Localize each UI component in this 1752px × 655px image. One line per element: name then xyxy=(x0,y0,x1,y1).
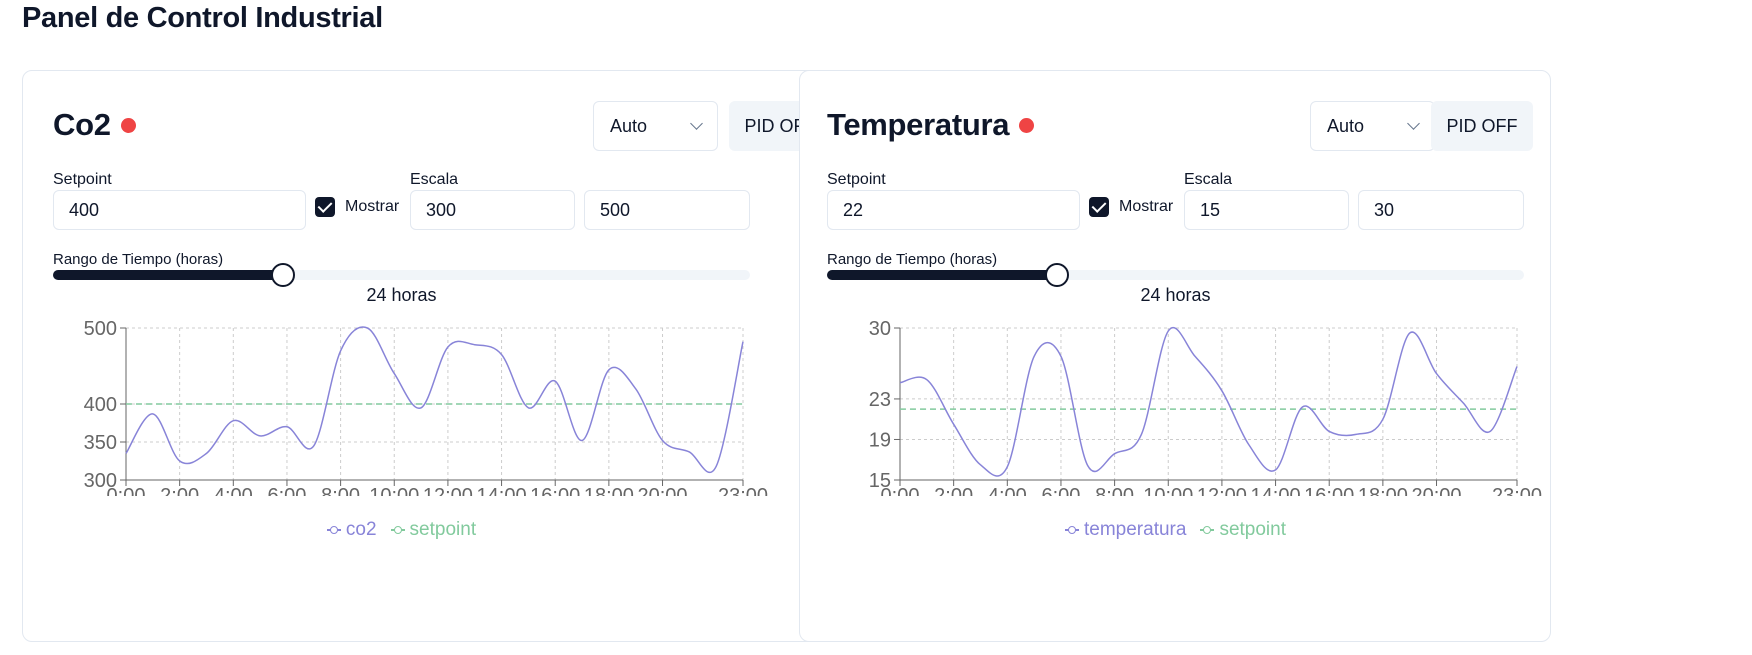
x-tick-label: 14:00 xyxy=(1251,485,1301,496)
show-setpoint-checkbox[interactable] xyxy=(315,197,335,217)
line-marker-icon xyxy=(326,525,341,535)
x-tick-label: 12:00 xyxy=(1197,485,1247,496)
time-range-label: Rango de Tiempo (horas) xyxy=(827,251,998,268)
mode-select-value: Auto xyxy=(1327,115,1365,136)
time-range-slider-fill xyxy=(53,270,283,280)
pid-toggle-button[interactable]: PID OFF xyxy=(1431,101,1533,151)
scale-label: Escala xyxy=(410,171,459,188)
mode-select-value: Auto xyxy=(610,115,648,136)
x-tick-label: 16:00 xyxy=(1304,485,1354,496)
panel-header: Co2 xyxy=(53,107,136,143)
scale-max-input[interactable] xyxy=(1358,190,1524,230)
legend-item-setpoint[interactable]: setpoint xyxy=(1200,519,1286,541)
legend-item-temperatura[interactable]: temperatura xyxy=(1065,519,1186,541)
page-title: Panel de Control Industrial xyxy=(22,2,383,34)
x-tick-label: 23:00 xyxy=(718,485,768,496)
x-tick-label: 16:00 xyxy=(530,485,580,496)
co2-panel: Co2 Auto PID OFF Setpoint Mostrar Escala… xyxy=(22,70,864,642)
mode-select[interactable]: Auto xyxy=(593,101,718,151)
y-tick-label: 500 xyxy=(84,318,117,340)
legend-item-setpoint[interactable]: setpoint xyxy=(390,519,477,541)
chevron-down-icon xyxy=(690,117,703,130)
scale-max-input[interactable] xyxy=(584,190,750,230)
temperatura-chart: 151923300:00 2:00 4:00 6:00 8:00 10:00 12:00 14… xyxy=(869,318,1542,496)
time-range-value: 24 horas xyxy=(1140,285,1211,305)
panel-title: Co2 xyxy=(53,107,111,142)
x-tick-label: 8:00 xyxy=(321,485,360,496)
x-tick-label: 0:00 xyxy=(107,485,146,496)
legend-label-setpoint: setpoint xyxy=(1219,519,1286,540)
x-tick-label: 12:00 xyxy=(423,485,473,496)
x-tick-label: 14:00 xyxy=(477,485,527,496)
x-tick-label: 10:00 xyxy=(1143,485,1193,496)
x-tick-label: 10:00 xyxy=(369,485,419,496)
time-range-slider[interactable] xyxy=(827,263,1524,287)
setpoint-label: Setpoint xyxy=(53,171,112,188)
scale-label: Escala xyxy=(1184,171,1233,188)
show-setpoint-checkbox[interactable] xyxy=(1089,197,1109,217)
chevron-down-icon xyxy=(1407,117,1420,130)
status-dot-icon xyxy=(1019,117,1035,133)
x-tick-label: 18:00 xyxy=(1358,485,1408,496)
x-tick-label: 20:00 xyxy=(1411,485,1461,496)
series-line-co2 xyxy=(125,326,744,474)
panel-header: Temperatura xyxy=(827,107,1035,143)
mode-select[interactable]: Auto xyxy=(1310,101,1435,151)
x-tick-label: 20:00 xyxy=(637,485,687,496)
x-tick-label: 18:00 xyxy=(584,485,634,496)
y-tick-label: 19 xyxy=(869,429,891,451)
show-setpoint-toggle[interactable]: Mostrar xyxy=(1089,197,1173,217)
line-marker-icon xyxy=(1200,525,1215,535)
x-tick-label: 2:00 xyxy=(160,485,199,496)
y-tick-label: 30 xyxy=(869,318,891,340)
show-setpoint-label: Mostrar xyxy=(1119,198,1174,215)
setpoint-input[interactable] xyxy=(827,190,1080,230)
panel-title: Temperatura xyxy=(827,107,1010,142)
x-tick-label: 23:00 xyxy=(1492,485,1542,496)
show-setpoint-label: Mostrar xyxy=(345,198,400,215)
time-range-slider-fill xyxy=(827,270,1057,280)
time-range-slider-thumb[interactable] xyxy=(271,263,295,287)
legend-item-co2[interactable]: co2 xyxy=(326,519,377,541)
series-line-temperatura xyxy=(899,327,1518,477)
time-range-slider-thumb[interactable] xyxy=(1045,263,1069,287)
legend-label-temperatura: temperatura xyxy=(1084,519,1187,540)
time-range-value: 24 horas xyxy=(366,285,437,305)
scale-min-input[interactable] xyxy=(410,190,575,230)
x-tick-label: 4:00 xyxy=(214,485,253,496)
show-setpoint-toggle[interactable]: Mostrar xyxy=(315,197,399,217)
x-tick-label: 8:00 xyxy=(1095,485,1134,496)
time-range-label: Rango de Tiempo (horas) xyxy=(53,251,224,268)
scale-min-input[interactable] xyxy=(1184,190,1349,230)
time-range-slider[interactable] xyxy=(53,263,750,287)
co2-chart: 3003504005000:00 2:00 4:00 6:00 8:00 10:00 12:… xyxy=(84,318,768,496)
x-tick-label: 6:00 xyxy=(1041,485,1080,496)
x-tick-label: 4:00 xyxy=(988,485,1027,496)
line-marker-icon xyxy=(1065,525,1079,535)
legend-label-setpoint: setpoint xyxy=(409,519,477,540)
x-tick-label: 2:00 xyxy=(934,485,973,496)
status-dot-icon xyxy=(120,117,136,133)
y-tick-label: 23 xyxy=(869,389,891,411)
y-tick-label: 350 xyxy=(84,432,117,454)
setpoint-input[interactable] xyxy=(53,190,306,230)
temperatura-panel: Temperatura Auto PID OFF Setpoint Mostra… xyxy=(799,70,1551,642)
y-tick-label: 400 xyxy=(84,394,117,416)
chart-legend[interactable]: co2 setpoint xyxy=(53,519,750,541)
x-tick-label: 0:00 xyxy=(881,485,920,496)
setpoint-label: Setpoint xyxy=(827,171,886,188)
legend-label-co2: co2 xyxy=(345,519,377,540)
line-marker-icon xyxy=(390,525,405,535)
chart-legend[interactable]: temperatura setpoint xyxy=(827,519,1524,541)
x-tick-label: 6:00 xyxy=(267,485,306,496)
